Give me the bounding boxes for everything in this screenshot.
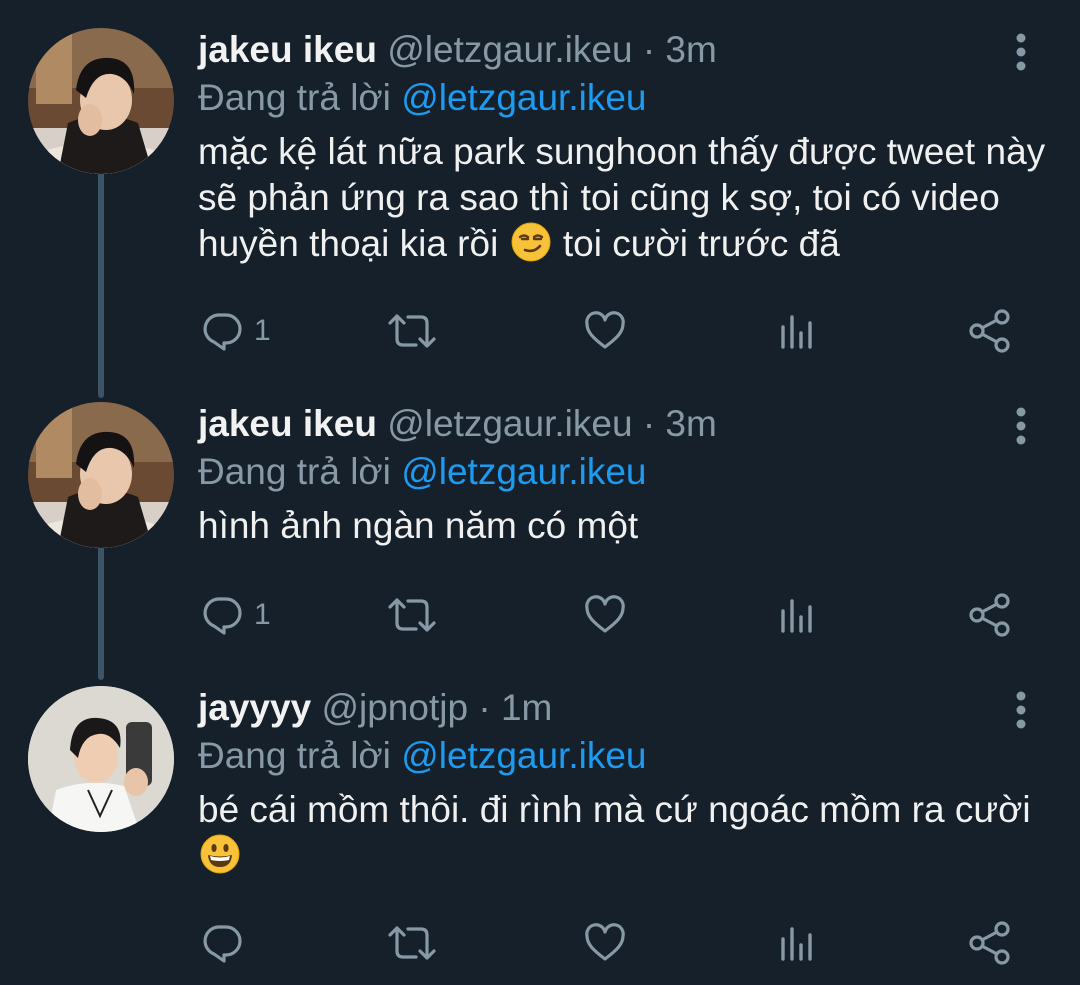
grinning-face-emoji-icon <box>200 834 240 885</box>
share-button[interactable] <box>968 918 1012 968</box>
reply-button[interactable]: 1 <box>200 306 271 356</box>
retweet-button[interactable] <box>386 306 438 356</box>
display-name[interactable]: jakeu ikeu <box>198 29 377 70</box>
reply-count: 1 <box>254 598 271 631</box>
avatar[interactable] <box>28 28 174 174</box>
display-name[interactable]: jayyyy <box>198 687 311 728</box>
like-button[interactable] <box>583 590 627 640</box>
avatar[interactable] <box>28 686 174 832</box>
retweet-icon <box>388 598 436 632</box>
replying-to-mention[interactable]: @letzgaur.ikeu <box>401 735 646 776</box>
replying-to-label: Đang trả lời <box>198 451 391 492</box>
timestamp[interactable]: 3m <box>665 29 716 70</box>
views-button[interactable] <box>778 918 816 968</box>
views-icon <box>781 927 812 961</box>
tweet[interactable]: jakeu ikeu @letzgaur.ikeu · 3m Đang trả … <box>0 402 1080 642</box>
tweet-header: jakeu ikeu @letzgaur.ikeu · 3m <box>198 28 717 72</box>
retweet-button[interactable] <box>386 590 438 640</box>
tweet-header: jakeu ikeu @letzgaur.ikeu · 3m <box>198 402 717 446</box>
tweet-text: mặc kệ lát nữa park sunghoon thấy được t… <box>198 129 1048 273</box>
views-button[interactable] <box>778 590 816 640</box>
handle[interactable]: @letzgaur.ikeu <box>387 29 632 70</box>
smirking-face-emoji-icon <box>511 222 551 273</box>
tweet-actions: 1 <box>0 590 1080 640</box>
share-button[interactable] <box>968 306 1012 356</box>
tweet-actions: 1 <box>0 306 1080 356</box>
more-vertical-icon <box>1016 691 1026 729</box>
share-icon <box>969 921 1010 965</box>
tweet-text: hình ảnh ngàn năm có một <box>198 505 639 546</box>
share-icon <box>969 593 1010 637</box>
reply-icon <box>203 925 242 963</box>
avatar[interactable] <box>28 402 174 548</box>
separator: · <box>478 687 491 728</box>
more-options-button[interactable] <box>1006 406 1036 446</box>
tweet-header: jayyyy @jpnotjp · 1m <box>198 686 552 730</box>
reply-icon <box>203 597 242 635</box>
handle[interactable]: @letzgaur.ikeu <box>387 403 632 444</box>
tweet-text-part: bé cái mồm thôi. đi rình mà cứ ngoác mồm… <box>198 789 1031 830</box>
like-button[interactable] <box>583 918 627 968</box>
separator: · <box>642 403 656 444</box>
heart-icon <box>585 311 625 349</box>
share-button[interactable] <box>968 590 1012 640</box>
share-icon <box>969 309 1010 353</box>
display-name[interactable]: jakeu ikeu <box>198 403 377 444</box>
more-vertical-icon <box>1016 407 1026 445</box>
replying-to-label: Đang trả lời <box>198 735 391 776</box>
timestamp[interactable]: 1m <box>501 687 552 728</box>
replying-to: Đang trả lời @letzgaur.ikeu <box>198 450 647 494</box>
heart-icon <box>585 595 625 633</box>
like-button[interactable] <box>583 306 627 356</box>
views-button[interactable] <box>778 306 816 356</box>
reply-count: 1 <box>254 314 271 347</box>
handle[interactable]: @jpnotjp <box>321 687 468 728</box>
retweet-icon <box>388 314 436 348</box>
views-icon <box>781 599 812 633</box>
heart-icon <box>585 923 625 961</box>
retweet-button[interactable] <box>386 918 438 968</box>
more-options-button[interactable] <box>1006 32 1036 72</box>
tweet-text: bé cái mồm thôi. đi rình mà cứ ngoác mồm… <box>198 787 1048 885</box>
retweet-icon <box>388 926 436 960</box>
more-vertical-icon <box>1016 33 1026 71</box>
replying-to-mention[interactable]: @letzgaur.ikeu <box>401 451 646 492</box>
reply-icon <box>203 313 242 351</box>
separator: · <box>642 29 656 70</box>
reply-button[interactable] <box>200 918 254 968</box>
views-icon <box>781 315 812 349</box>
replying-to-mention[interactable]: @letzgaur.ikeu <box>401 77 646 118</box>
tweet[interactable]: jakeu ikeu @letzgaur.ikeu · 3m Đang trả … <box>0 28 1080 358</box>
tweet-actions <box>0 918 1080 968</box>
tweet-text-part: toi cười trước đã <box>562 223 840 264</box>
replying-to-label: Đang trả lời <box>198 77 391 118</box>
replying-to: Đang trả lời @letzgaur.ikeu <box>198 734 647 778</box>
timestamp[interactable]: 3m <box>665 403 716 444</box>
reply-button[interactable]: 1 <box>200 590 271 640</box>
replying-to: Đang trả lời @letzgaur.ikeu <box>198 76 647 120</box>
more-options-button[interactable] <box>1006 690 1036 730</box>
tweet[interactable]: jayyyy @jpnotjp · 1m Đang trả lời @letzg… <box>0 686 1080 976</box>
